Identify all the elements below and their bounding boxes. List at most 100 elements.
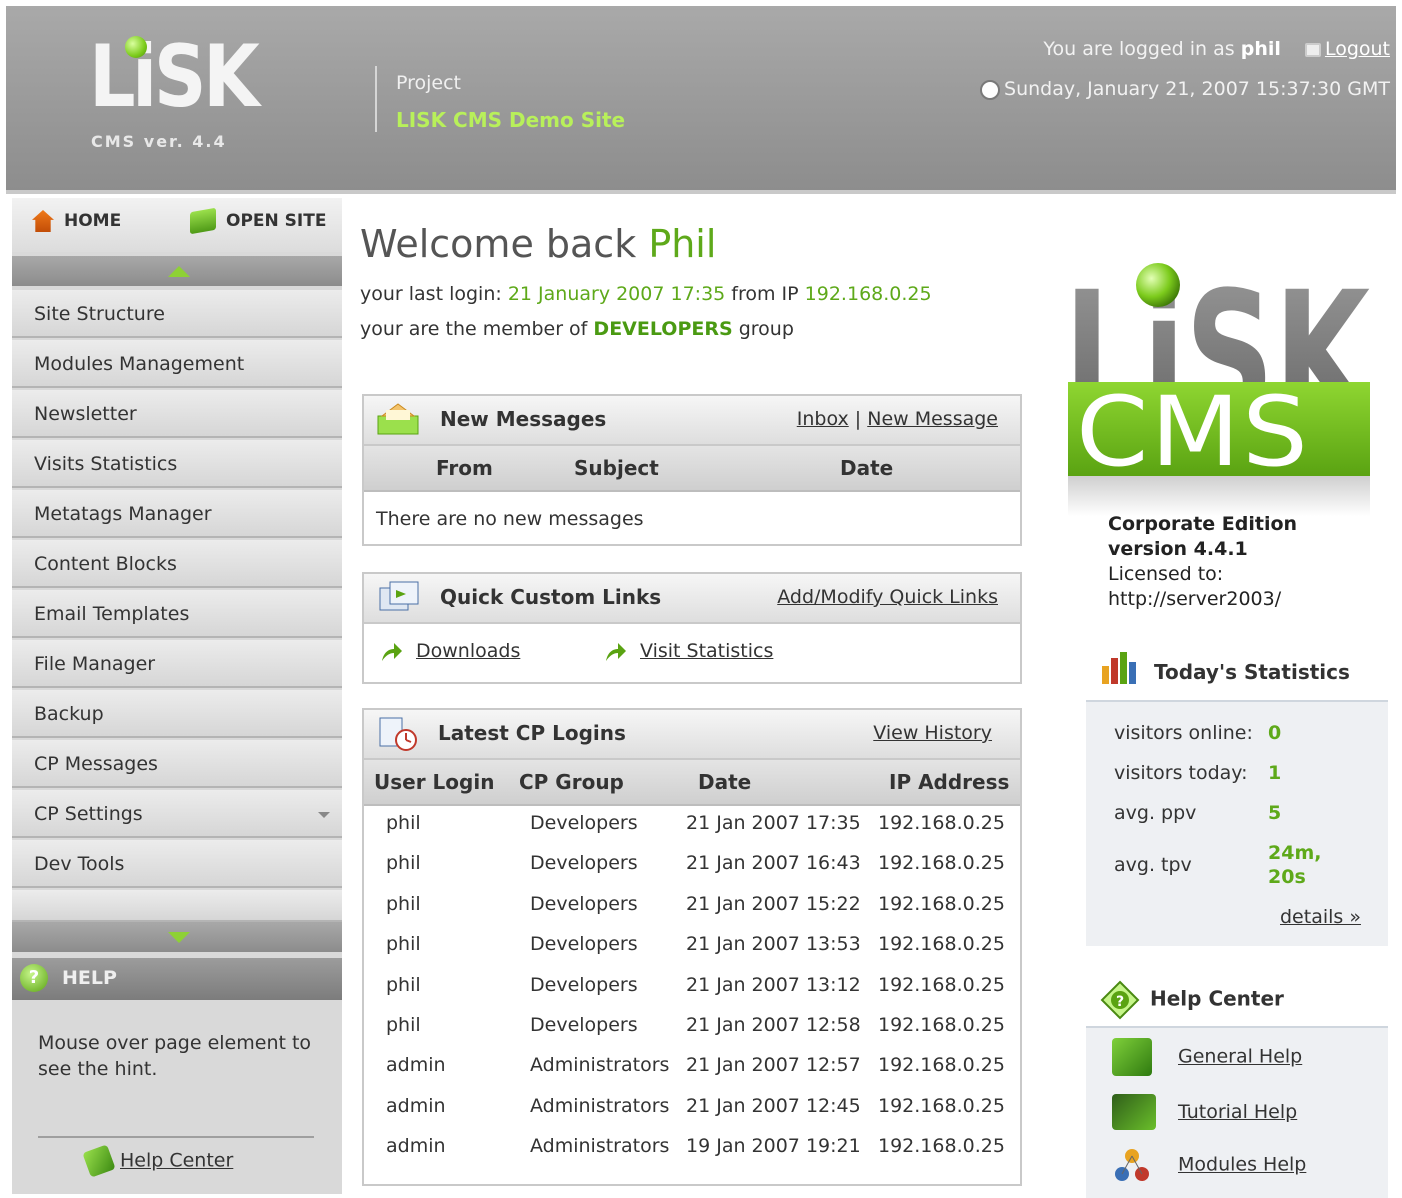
sidebar-item-metatags-manager[interactable]: Metatags Manager: [12, 490, 342, 538]
table-row: admin Administrators 21 Jan 2007 12:45 192.…: [364, 1087, 1020, 1127]
edition-name: Corporate Edition: [1108, 513, 1298, 535]
cms-banner: CMS: [1068, 376, 1370, 488]
logout-link[interactable]: Logout: [1304, 38, 1390, 60]
table-row: admin Administrators 19 Jan 2007 19:21 192.…: [364, 1127, 1020, 1167]
arrow-down-icon: [168, 932, 190, 943]
license-url: http://server2003/: [1108, 588, 1282, 610]
quick-links-manage-wrap: Add/Modify Quick Links: [777, 586, 998, 608]
welcome-name: Phil: [648, 222, 717, 266]
general-help-label: General Help: [1178, 1045, 1303, 1068]
help-hint-text: Mouse over page element to see the hint.: [38, 1032, 312, 1080]
sidebar-item-content-blocks[interactable]: Content Blocks: [12, 540, 342, 588]
sidebar-item-email-templates[interactable]: Email Templates: [12, 590, 342, 638]
group-suffix: group: [738, 318, 794, 340]
cms-word: CMS: [1076, 376, 1311, 488]
open-site-button[interactable]: OPEN SITE: [190, 207, 327, 235]
welcome-prefix: Welcome back: [360, 222, 637, 266]
sidebar-item-backup[interactable]: Backup: [12, 690, 342, 738]
cell-ip-address: 192.168.0.25: [878, 933, 1005, 956]
sidebar-item-modules-management[interactable]: Modules Management: [12, 340, 342, 388]
sidebar-item-label: CP Settings: [34, 803, 143, 825]
login-status: You are logged in as phil Logout: [1043, 38, 1390, 60]
col-from: From: [436, 456, 493, 480]
logout-label: Logout: [1324, 38, 1390, 60]
cell-user-login: phil: [386, 933, 421, 956]
stats-details-link[interactable]: details »: [1280, 906, 1361, 928]
sidebar-help-center-link[interactable]: Help Center: [82, 1144, 233, 1178]
last-login-ip: 192.168.0.25: [804, 283, 932, 305]
banner-fade: [1068, 476, 1370, 516]
cell-date: 21 Jan 2007 13:12: [686, 973, 861, 996]
table-row: phil Developers 21 Jan 2007 12:58 192.168.0…: [364, 1006, 1020, 1046]
tutorial-help-link[interactable]: Tutorial Help: [1112, 1094, 1297, 1130]
open-site-label: OPEN SITE: [226, 211, 327, 231]
quick-links-header: Quick Custom Links Add/Modify Quick Link…: [364, 574, 1020, 624]
cell-date: 21 Jan 2007 17:35: [686, 812, 861, 834]
table-row: phil Developers 21 Jan 2007 13:12 192.168.0…: [364, 966, 1020, 1006]
sidebar-item-cp-messages[interactable]: CP Messages: [12, 740, 342, 788]
quick-links-panel: Quick Custom Links Add/Modify Quick Link…: [362, 572, 1022, 684]
from-ip-label: from IP: [731, 283, 799, 305]
lisk-logo: LiSK CMS ver. 4.4: [85, 32, 265, 162]
menu-scroll-down[interactable]: [12, 922, 342, 952]
cell-user-login: phil: [386, 973, 421, 996]
sidebar-item-site-structure[interactable]: Site Structure: [12, 290, 342, 338]
col-date: Date: [840, 456, 894, 480]
table-row: phil Developers 21 Jan 2007 15:22 192.168.0…: [364, 885, 1020, 925]
no-messages-text: There are no new messages: [376, 508, 644, 530]
current-datetime: Sunday, January 21, 2007 15:37:30 GMT: [980, 78, 1390, 100]
last-login-date: 21 January 2007 17:35: [507, 283, 726, 305]
cell-user-login: phil: [386, 812, 421, 834]
modules-help-link[interactable]: Modules Help: [1112, 1146, 1306, 1184]
quick-link-downloads[interactable]: Downloads: [380, 640, 520, 663]
cell-cp-group: Administrators: [530, 1135, 670, 1158]
cell-user-login: phil: [386, 1013, 421, 1036]
menu-scroll-up[interactable]: [12, 256, 342, 286]
sidebar-item-cp-settings[interactable]: CP Settings: [12, 790, 342, 838]
chevron-down-icon: [318, 812, 330, 818]
stat-value-online: 0: [1268, 722, 1282, 744]
inbox-link[interactable]: Inbox: [797, 408, 849, 430]
cell-ip-address: 192.168.0.25: [878, 812, 1005, 834]
quick-link-visit-statistics[interactable]: Visit Statistics: [604, 640, 773, 663]
sidebar-item-visits-statistics[interactable]: Visits Statistics: [12, 440, 342, 488]
sidebar-item-label: Email Templates: [34, 603, 190, 625]
sidebar-item-newsletter[interactable]: Newsletter: [12, 390, 342, 438]
modify-quick-links-link[interactable]: Add/Modify Quick Links: [777, 586, 998, 608]
cell-cp-group: Developers: [530, 892, 638, 915]
sidebar-item-dev-tools[interactable]: Dev Tools: [12, 840, 342, 888]
view-history-link[interactable]: View History: [873, 722, 992, 744]
general-help-link[interactable]: General Help: [1112, 1038, 1302, 1076]
cms-version: CMS ver. 4.4: [91, 132, 227, 151]
table-row: phil Developers 21 Jan 2007 16:43 192.168.0…: [364, 844, 1020, 884]
stat-value-ppv: 5: [1268, 802, 1282, 824]
messages-title: New Messages: [440, 407, 607, 431]
new-message-link[interactable]: New Message: [867, 408, 998, 430]
stat-label-today: visitors today:: [1114, 762, 1248, 784]
open-site-icon: [190, 207, 216, 235]
latest-logins-panel: Latest CP Logins View History User Login…: [362, 708, 1022, 1186]
cell-date: 21 Jan 2007 15:22: [686, 892, 861, 915]
stat-value-tpv: 24m,: [1268, 842, 1322, 864]
stat-value-tpv-seconds: 20s: [1268, 866, 1306, 888]
logins-title: Latest CP Logins: [438, 721, 626, 745]
col-subject: Subject: [574, 456, 659, 480]
svg-text:?: ?: [1116, 994, 1124, 1010]
home-button[interactable]: HOME: [32, 210, 121, 232]
sidebar-item-label: Newsletter: [34, 403, 137, 425]
project-label: Project: [396, 72, 462, 94]
cell-cp-group: Developers: [530, 1013, 638, 1036]
project-divider: [375, 66, 377, 132]
cell-date: 21 Jan 2007 12:45: [686, 1094, 861, 1117]
todays-stats-heading: Today's Statistics: [1100, 650, 1350, 684]
logged-in-text: You are logged in as: [1043, 38, 1235, 60]
help-center-title: Help Center: [1150, 986, 1284, 1011]
table-row: phil Developers 21 Jan 2007 17:35 192.168.0…: [364, 804, 1020, 844]
books-icon: [1112, 1038, 1152, 1076]
last-login-line: your last login: 21 January 2007 17:35 f…: [360, 283, 932, 305]
cell-cp-group: Developers: [530, 812, 638, 834]
home-label: HOME: [64, 211, 122, 231]
current-username: phil: [1240, 38, 1281, 60]
green-arrow-icon: [382, 642, 402, 661]
sidebar-item-file-manager[interactable]: File Manager: [12, 640, 342, 688]
